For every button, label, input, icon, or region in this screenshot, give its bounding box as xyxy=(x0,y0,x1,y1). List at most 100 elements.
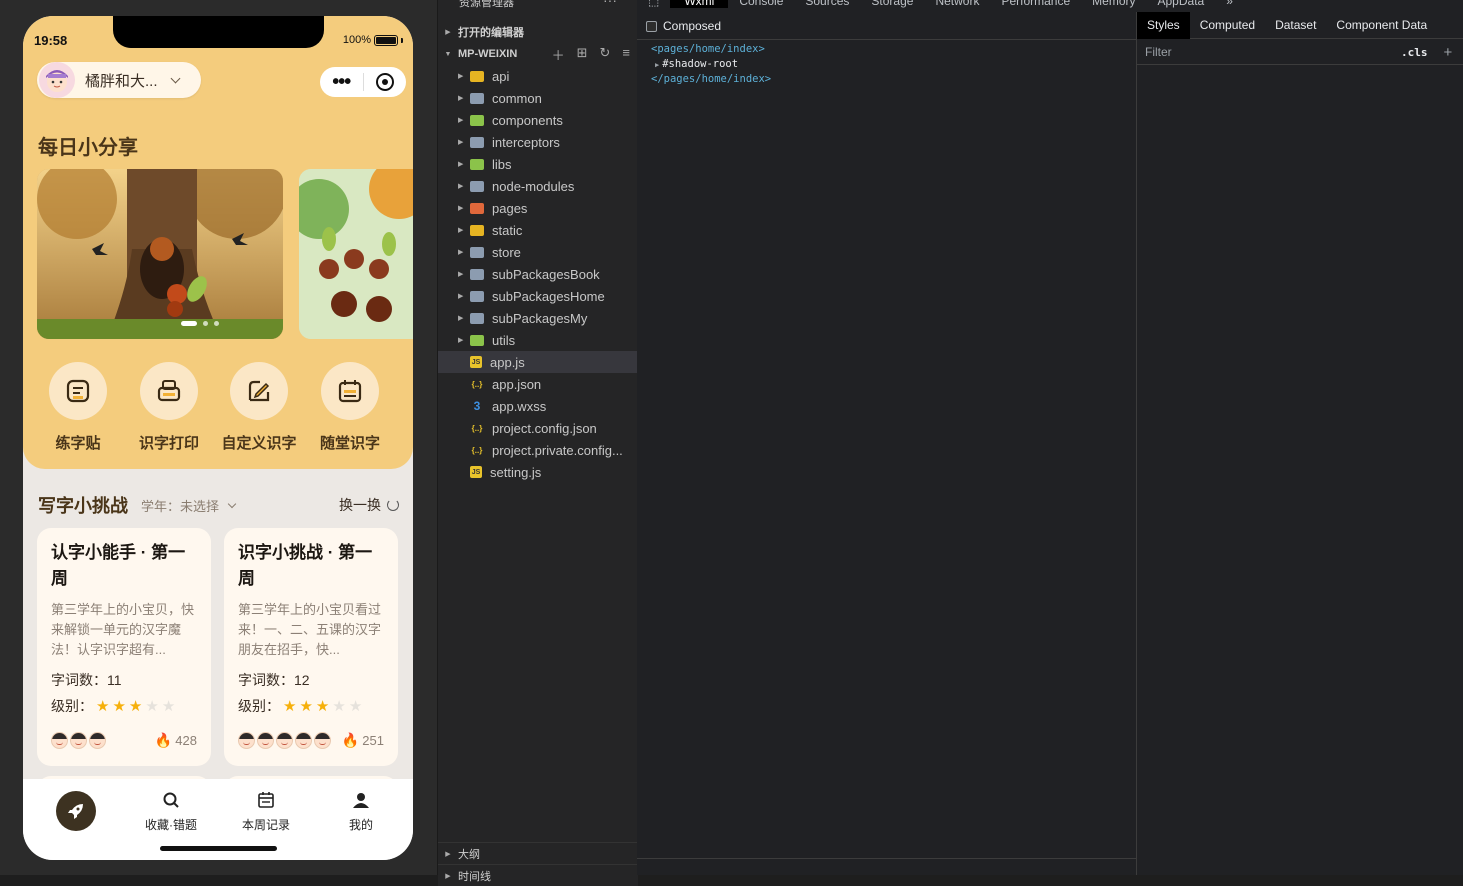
devtools-tabs: ⬚ Wxml Console Sources Storage Network P… xyxy=(637,0,1463,10)
outline-section[interactable]: ▶ 大纲 xyxy=(438,842,638,864)
star-icon: ★ xyxy=(283,698,297,715)
add-style-button[interactable]: + xyxy=(1444,44,1453,61)
tab-weekly-record[interactable]: 本周记录 xyxy=(226,791,306,833)
tree-item-interceptors[interactable]: ▶ interceptors xyxy=(438,131,638,153)
tab-network[interactable]: Network xyxy=(924,0,990,8)
tab-performance[interactable]: Performance xyxy=(990,0,1081,8)
banner-indicator xyxy=(181,321,219,326)
refresh-icon[interactable]: ↻ xyxy=(600,45,611,64)
printer-icon xyxy=(157,380,181,402)
tab-home[interactable] xyxy=(56,791,96,831)
new-file-icon[interactable]: ＋ xyxy=(552,45,565,64)
devtools-panel: ⬚ Wxml Console Sources Storage Network P… xyxy=(637,0,1463,875)
tree-item-subpackageshome[interactable]: ▶ subPackagesHome xyxy=(438,285,638,307)
checkbox[interactable] xyxy=(646,20,657,32)
tree-item-static[interactable]: ▶ static xyxy=(438,219,638,241)
more-tabs-button[interactable]: » xyxy=(1215,0,1244,8)
daily-share-title: 每日小分享 xyxy=(38,137,138,159)
avatar xyxy=(276,732,293,749)
fire-icon: 🔥 xyxy=(341,732,360,748)
tree-item-label: subPackagesHome xyxy=(492,288,605,304)
quick-action-classroom[interactable]: 随堂识字 xyxy=(310,362,390,453)
new-folder-icon[interactable]: ⊞ xyxy=(577,45,588,64)
cls-button[interactable]: .cls xyxy=(1401,46,1428,59)
tree-item-label: app.js xyxy=(490,354,525,370)
tree-item-common[interactable]: ▶ common xyxy=(438,87,638,109)
year-selector[interactable]: 学年：未选择 xyxy=(141,496,237,515)
tab-component-data[interactable]: Component Data xyxy=(1326,12,1437,39)
tree-item-node-modules[interactable]: ▶ node-modules xyxy=(438,175,638,197)
chevron-down-icon xyxy=(170,73,180,83)
tree-item-label: app.json xyxy=(492,376,542,392)
tree-item-pages[interactable]: ▶ pages xyxy=(438,197,638,219)
inspect-icon[interactable]: ⬚ xyxy=(637,0,670,8)
open-editors-section[interactable]: ▶ 打开的编辑器 xyxy=(438,21,638,43)
tab-storage[interactable]: Storage xyxy=(860,0,924,8)
tab-styles[interactable]: Styles xyxy=(1137,11,1190,39)
banner-image-main[interactable] xyxy=(37,169,283,339)
timeline-section[interactable]: ▶ 时间线 xyxy=(438,864,638,886)
user-switcher[interactable]: 橘胖和大... xyxy=(37,62,201,98)
avatar xyxy=(257,732,274,749)
tree-item-store[interactable]: ▶ store xyxy=(438,241,638,263)
quick-action-label: 练字贴 xyxy=(55,435,101,452)
quick-action-label: 识字打印 xyxy=(138,435,199,452)
more-icon[interactable]: ••• xyxy=(320,67,363,97)
star-icon: ★ xyxy=(315,698,330,715)
tree-item-label: utils xyxy=(492,332,516,348)
chevron-down-icon: ▼ xyxy=(444,50,452,58)
tree-item-app-wxss[interactable]: 3 app.wxss xyxy=(438,395,638,417)
tab-wxml[interactable]: Wxml xyxy=(670,0,729,8)
tree-item-utils[interactable]: ▶ utils xyxy=(438,329,638,351)
card-word-count: 字词数：12 xyxy=(238,672,310,688)
filter-input[interactable]: Filter xyxy=(1137,41,1387,63)
wxml-panel: Composed <pages/home/index> ▶ #shadow-roo… xyxy=(637,12,1137,875)
wxml-close-tag[interactable]: </pages/home/index> xyxy=(651,73,771,85)
banner-image-next[interactable] xyxy=(299,169,413,339)
tab-sources[interactable]: Sources xyxy=(794,0,860,8)
tree-item-app-json[interactable]: {..} app.json xyxy=(438,373,638,395)
tree-item-project-config-json[interactable]: {..} project.config.json xyxy=(438,417,638,439)
collapse-icon[interactable]: ≡ xyxy=(622,45,630,64)
tree-item-api[interactable]: ▶ api xyxy=(438,65,638,87)
chevron-right-icon: ▶ xyxy=(445,872,451,880)
tree-item-subpackagesbook[interactable]: ▶ subPackagesBook xyxy=(438,263,638,285)
composed-checkbox[interactable]: Composed xyxy=(646,19,721,33)
wxml-shadow-root[interactable]: ▶ #shadow-root xyxy=(655,58,738,70)
phone-notch xyxy=(113,16,324,48)
quick-action-custom[interactable]: 自定义识字 xyxy=(219,362,299,453)
tab-memory[interactable]: Memory xyxy=(1081,0,1146,8)
tree-item-app-js[interactable]: JS app.js xyxy=(438,351,638,373)
tab-appdata[interactable]: AppData xyxy=(1147,0,1216,8)
folder-icon xyxy=(470,136,484,148)
card-title: 识字小挑战 · 第一周 xyxy=(238,543,373,588)
tree-item-setting-js[interactable]: JS setting.js xyxy=(438,461,638,483)
refresh-button[interactable]: 换一换 xyxy=(339,495,399,515)
star-icon: ★ xyxy=(145,698,159,715)
tab-mine[interactable]: 我的 xyxy=(321,791,401,833)
tree-item-components[interactable]: ▶ components xyxy=(438,109,638,131)
card-description: 第三学年上的小宝贝看过来！一、二、五课的汉字朋友在招手，快... xyxy=(238,602,382,657)
tab-dataset[interactable]: Dataset xyxy=(1265,12,1326,39)
tab-favorites[interactable]: 收藏·错题 xyxy=(131,791,211,833)
wxml-open-tag[interactable]: <pages/home/index> xyxy=(651,43,765,55)
chevron-right-icon: ▶ xyxy=(458,139,464,146)
tree-item-subpackagesmy[interactable]: ▶ subPackagesMy xyxy=(438,307,638,329)
quick-action-print[interactable]: 识字打印 xyxy=(129,362,209,453)
folder-icon xyxy=(470,158,484,170)
tree-item-libs[interactable]: ▶ libs xyxy=(438,153,638,175)
challenge-card[interactable]: 识字小挑战 · 第一周 第三学年上的小宝贝看过来！一、二、五课的汉字朋友在招手，… xyxy=(224,528,398,766)
avatar xyxy=(314,732,331,749)
tab-computed[interactable]: Computed xyxy=(1190,12,1265,39)
quick-action-practice[interactable]: 练字贴 xyxy=(38,362,118,453)
tab-console[interactable]: Console xyxy=(728,0,794,8)
tree-item-label: node-modules xyxy=(492,178,575,194)
close-mini-program-button[interactable] xyxy=(363,73,406,91)
more-icon[interactable]: ··· xyxy=(603,0,617,8)
challenge-card[interactable]: 认字小能手 · 第一周 第三学年上的小宝贝，快来解锁一单元的汉字魔法！认字识字超… xyxy=(37,528,211,766)
tree-item-project-private-config-[interactable]: {..} project.private.config... xyxy=(438,439,638,461)
chevron-right-icon: ▶ xyxy=(458,117,464,124)
chevron-right-icon: ▶ xyxy=(458,73,464,80)
project-section[interactable]: ▼ MP-WEIXIN ＋ ⊞ ↻ ≡ xyxy=(438,43,638,65)
card-word-count: 字词数：11 xyxy=(51,672,122,688)
